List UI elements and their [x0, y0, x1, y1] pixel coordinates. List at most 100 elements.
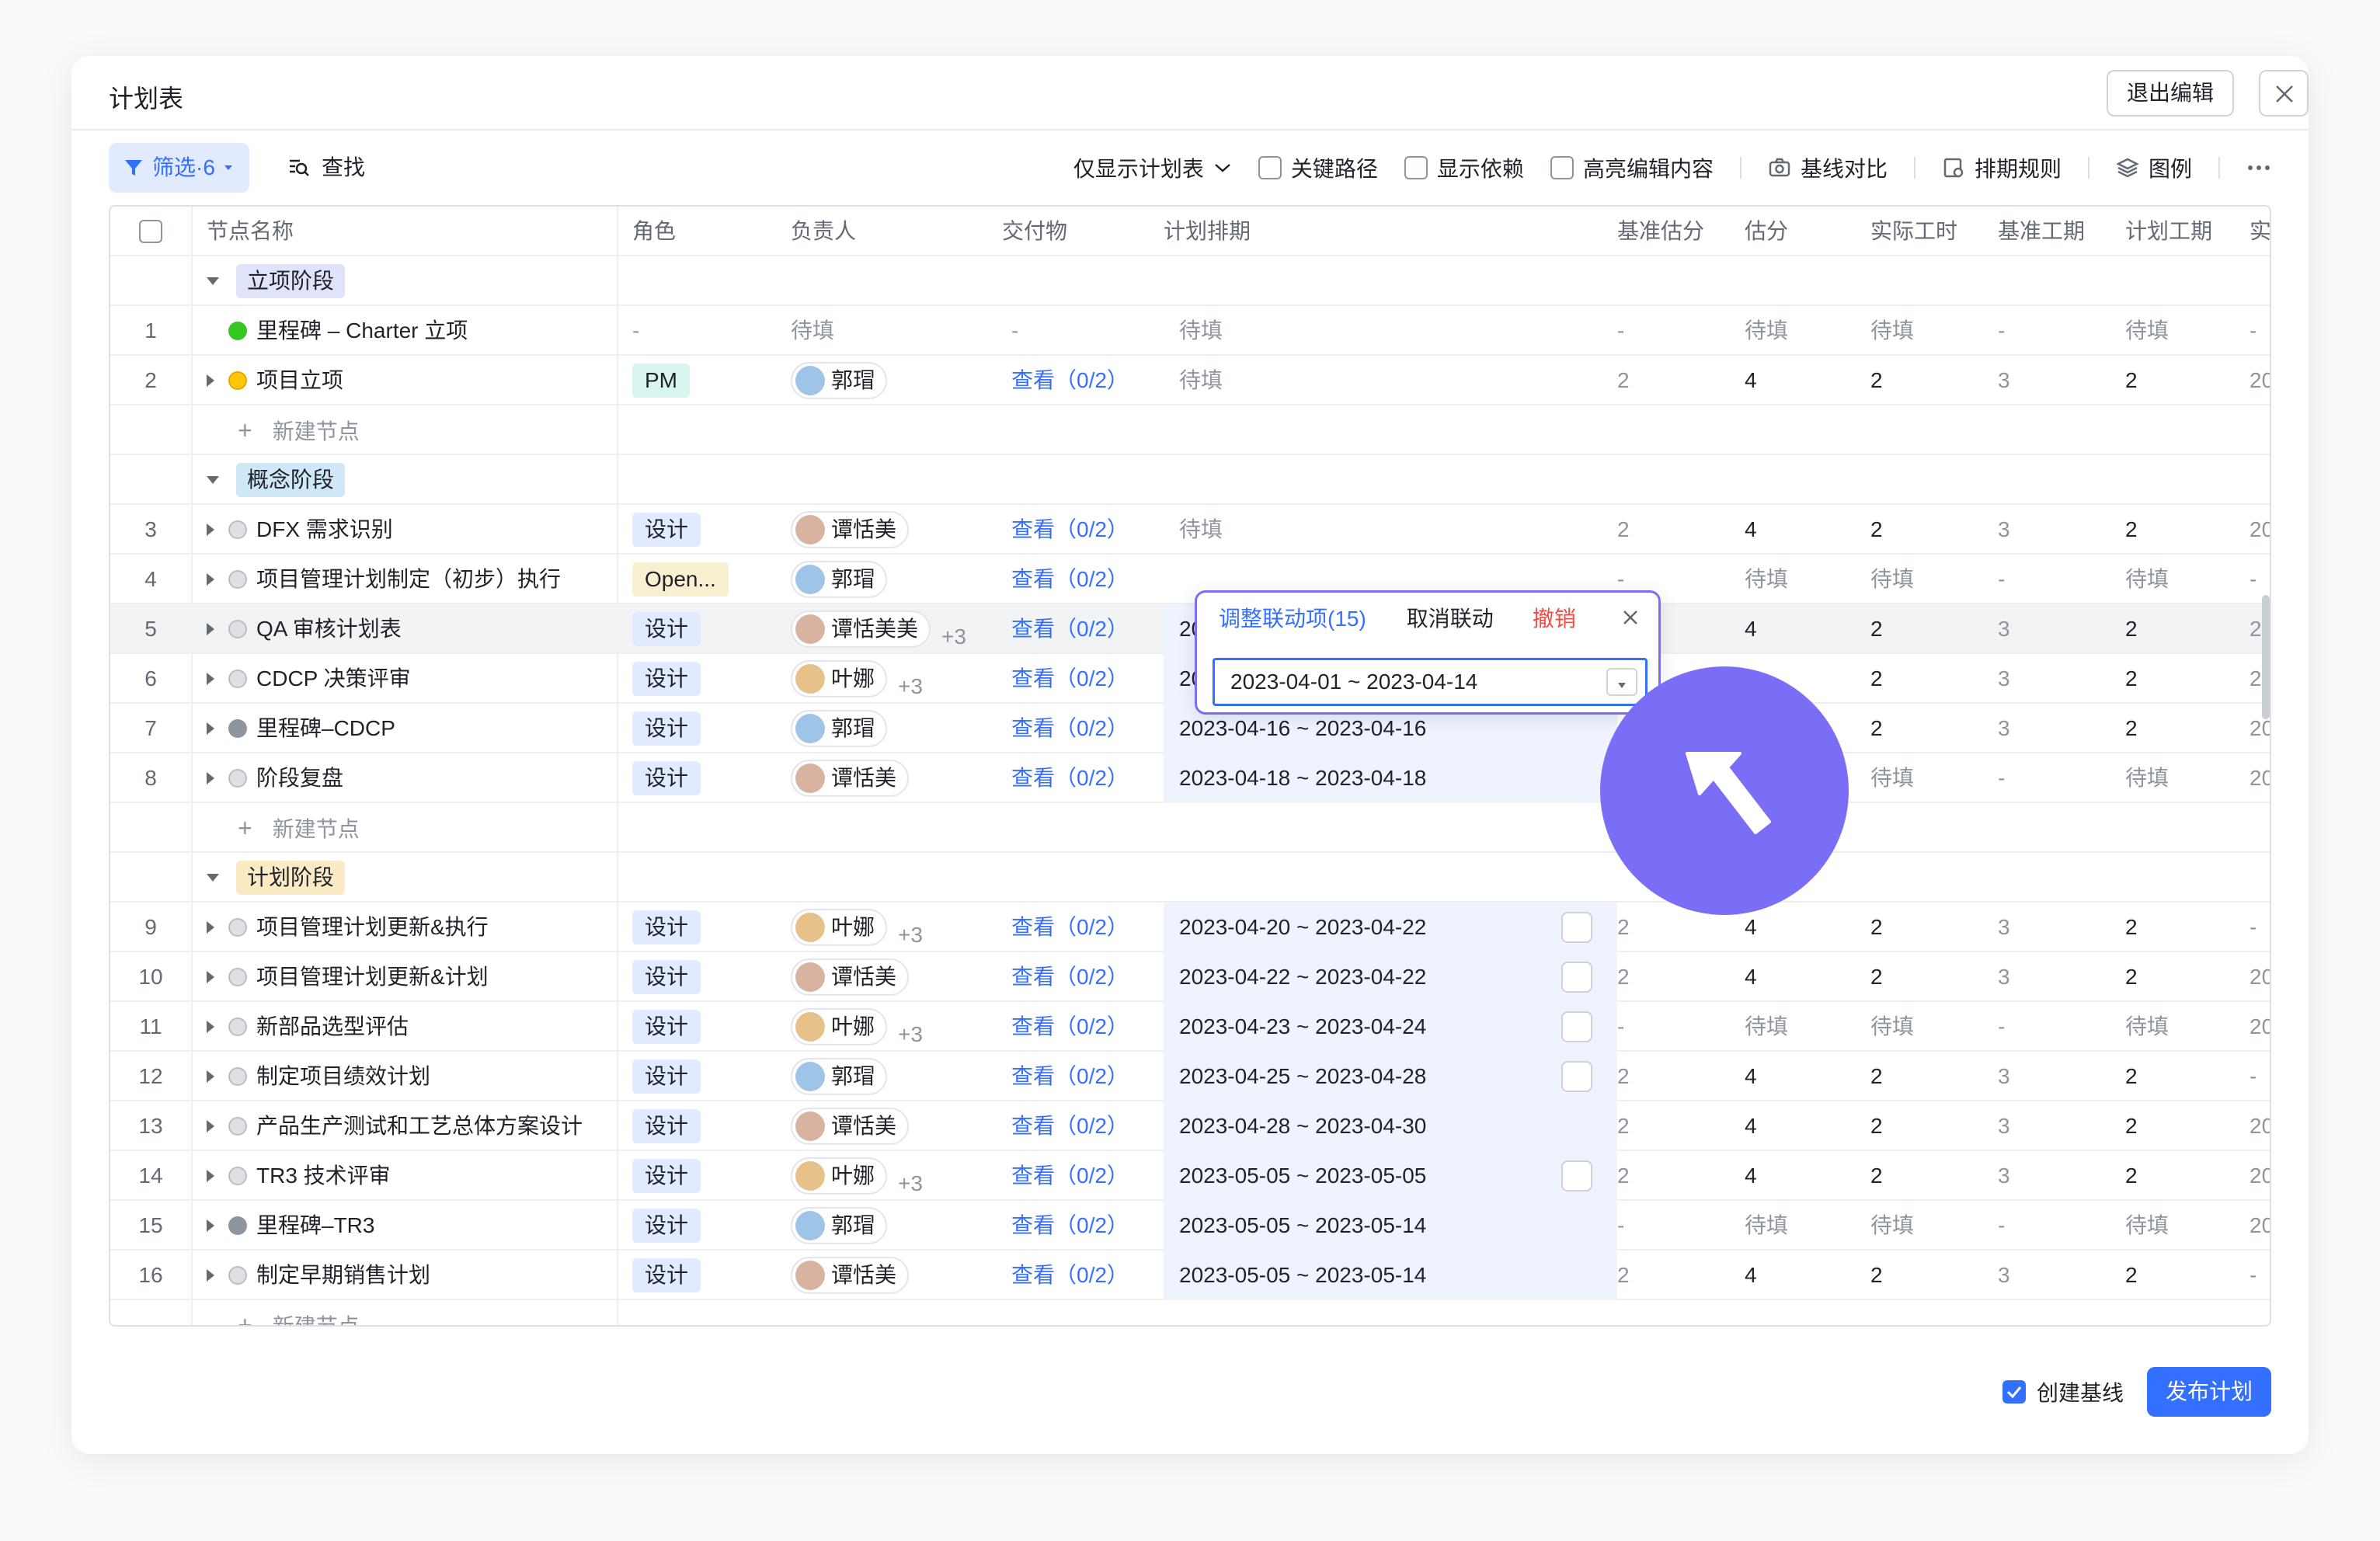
role-cell[interactable]: 设计	[632, 753, 783, 803]
node-name-cell[interactable]: 里程碑 – Charter 立项	[207, 306, 611, 356]
plan-schedule-cell[interactable]: 待填	[1164, 505, 1617, 555]
view-select[interactable]: 仅显示计划表	[1073, 152, 1232, 183]
owner-chip[interactable]: 叶娜	[791, 909, 888, 946]
expand-caret-icon[interactable]	[207, 1119, 214, 1132]
node-name-cell[interactable]: QA 审核计划表	[207, 604, 611, 654]
column-header[interactable]: 估分	[1745, 207, 1870, 256]
owner-cell[interactable]: 叶娜 +3	[791, 1002, 1002, 1052]
plan-date-input[interactable]: 2023-04-01 ~ 2023-04-14	[1213, 658, 1648, 706]
role-cell[interactable]: PM	[632, 356, 783, 405]
critical-path-toggle[interactable]: 关键路径	[1258, 152, 1378, 183]
copy-icon[interactable]	[1561, 962, 1592, 993]
role-cell[interactable]: -	[632, 306, 783, 356]
highlight-edits-checkbox[interactable]	[1550, 156, 1574, 179]
plan-schedule-cell[interactable]: 待填	[1164, 356, 1617, 405]
baseline-compare-button[interactable]: 基线对比	[1768, 152, 1888, 183]
owner-cell[interactable]: 郭瑁	[791, 555, 1002, 604]
expand-caret-icon[interactable]	[207, 970, 214, 983]
table-row[interactable]: 16 制定早期销售计划 设计 谭恬美 查看（0/2） 2023-05-05 ~ 2023-…	[110, 1251, 2270, 1300]
deliverable-link[interactable]: 查看（0/2）	[1011, 555, 1164, 604]
node-name-cell[interactable]: 里程碑–CDCP	[207, 704, 611, 753]
owner-chip[interactable]: 叶娜	[791, 1157, 888, 1195]
new-node-button[interactable]: + 新建节点	[238, 405, 548, 455]
filter-button[interactable]: 筛选·6	[109, 143, 249, 193]
close-icon[interactable]	[1621, 608, 1640, 627]
role-cell[interactable]: 设计	[632, 654, 783, 704]
role-cell[interactable]: 设计	[632, 952, 783, 1002]
table-row[interactable]: 14 TR3 技术评审 设计 叶娜 +3 查看（0/2） 2023-05-05 ~ 2023…	[110, 1151, 2270, 1201]
table-row[interactable]: 7 里程碑–CDCP 设计 郭瑁 查看（0/2） 2023-04-16 ~ 2023-04…	[110, 704, 2270, 753]
plan-schedule-cell[interactable]: 2023-04-23 ~ 2023-04-24	[1164, 1002, 1617, 1052]
copy-icon[interactable]	[1561, 1011, 1592, 1042]
owner-chip[interactable]: 谭恬美	[791, 760, 910, 797]
deliverable-link[interactable]: 查看（0/2）	[1011, 1052, 1164, 1101]
node-name-cell[interactable]: 产品生产测试和工艺总体方案设计	[207, 1101, 611, 1151]
new-node-row[interactable]: + 新建节点	[110, 1300, 2270, 1325]
deliverable-link[interactable]: 查看（0/2）	[1011, 505, 1164, 555]
plan-schedule-cell[interactable]: 2023-05-05 ~ 2023-05-14	[1164, 1201, 1617, 1251]
phase-row[interactable]: 概念阶段	[110, 455, 2270, 505]
role-cell[interactable]: 设计	[632, 1251, 783, 1300]
owner-cell[interactable]: 谭恬美	[791, 505, 1002, 555]
copy-icon[interactable]	[1561, 912, 1592, 943]
role-cell[interactable]: 设计	[632, 604, 783, 654]
copy-icon[interactable]	[1561, 1160, 1592, 1191]
plan-schedule-cell[interactable]: 2023-04-25 ~ 2023-04-28	[1164, 1052, 1617, 1101]
owner-chip[interactable]: 谭恬美	[791, 1257, 910, 1294]
node-name-cell[interactable]: 阶段复盘	[207, 753, 611, 803]
expand-caret-icon[interactable]	[207, 622, 214, 635]
deliverable-link[interactable]: 查看（0/2）	[1011, 654, 1164, 704]
table-row[interactable]: 6CDCP 决策评审设计叶娜+3查看（0/2）2023-04-14 ~ 2023…	[110, 654, 2270, 704]
table-row[interactable]: 5QA 审核计划表设计谭恬美美+3查看（0/2）2023-04-01 ~ 202…	[110, 604, 2270, 654]
role-cell[interactable]: 设计	[632, 903, 783, 952]
owner-cell[interactable]: 叶娜 +3	[791, 903, 1002, 952]
role-cell[interactable]: 设计	[632, 1002, 783, 1052]
table-row[interactable]: 1 里程碑 – Charter 立项 - 待填 - 待填 - 待填 待填 - 待填 -	[110, 306, 2270, 356]
owner-cell[interactable]: 郭瑁	[791, 356, 1002, 405]
show-deps-checkbox[interactable]	[1404, 156, 1428, 179]
node-name-cell[interactable]: 制定早期销售计划	[207, 1251, 611, 1300]
collapse-caret-icon[interactable]	[207, 475, 219, 484]
expand-caret-icon[interactable]	[207, 1268, 214, 1282]
deliverable-link[interactable]: 查看（0/2）	[1011, 1151, 1164, 1201]
column-header[interactable]: 计划工期	[2125, 207, 2250, 256]
phase-row[interactable]: 立项阶段	[110, 256, 2270, 306]
deliverable-link[interactable]: 查看（0/2）	[1011, 1002, 1164, 1052]
expand-caret-icon[interactable]	[207, 1020, 214, 1033]
owner-chip[interactable]: 叶娜	[791, 660, 888, 697]
expand-caret-icon[interactable]	[207, 523, 214, 536]
node-name-cell[interactable]: 新部品选型评估	[207, 1002, 611, 1052]
table-row[interactable]: 15 里程碑–TR3 设计 郭瑁 查看（0/2） 2023-05-05 ~ 2023-05…	[110, 1201, 2270, 1251]
node-name-cell[interactable]: 制定项目绩效计划	[207, 1052, 611, 1101]
owner-chip[interactable]: 郭瑁	[791, 1058, 888, 1095]
role-cell[interactable]: 设计	[632, 1201, 783, 1251]
node-name-cell[interactable]: 项目管理计划制定（初步）执行	[207, 555, 611, 604]
node-name-cell[interactable]: CDCP 决策评审	[207, 654, 611, 704]
collapse-caret-icon[interactable]	[207, 277, 219, 285]
owner-chip[interactable]: 叶娜	[791, 1008, 888, 1045]
expand-caret-icon[interactable]	[207, 1169, 214, 1182]
plan-schedule-cell[interactable]: 2023-04-20 ~ 2023-04-22	[1164, 903, 1617, 952]
more-button[interactable]	[2246, 164, 2271, 172]
find-button[interactable]: 查找	[287, 143, 365, 193]
role-cell[interactable]: 设计	[632, 1151, 783, 1201]
owner-cell[interactable]: 谭恬美	[791, 1101, 1002, 1151]
phase-row[interactable]: 计划阶段	[110, 853, 2270, 903]
expand-caret-icon[interactable]	[207, 1070, 214, 1083]
deliverable-link[interactable]: 查看（0/2）	[1011, 1251, 1164, 1300]
highlight-edits-toggle[interactable]: 高亮编辑内容	[1550, 152, 1714, 183]
node-name-cell[interactable]: 项目立项	[207, 356, 611, 405]
expand-caret-icon[interactable]	[207, 374, 214, 387]
legend-button[interactable]: 图例	[2116, 152, 2192, 183]
owner-cell[interactable]: 谭恬美	[791, 753, 1002, 803]
node-name-cell[interactable]: DFX 需求识别	[207, 505, 611, 555]
owner-cell[interactable]: 谭恬美美 +3	[791, 604, 1002, 654]
column-header[interactable]: 计划排期	[1164, 207, 1617, 256]
role-cell[interactable]: 设计	[632, 1052, 783, 1101]
owner-chip[interactable]: 谭恬美美	[791, 610, 931, 648]
plan-schedule-cell[interactable]: 待填	[1164, 306, 1617, 356]
owner-chip[interactable]: 郭瑁	[791, 710, 888, 747]
owner-chip[interactable]: 谭恬美	[791, 958, 910, 996]
deliverable-link[interactable]: 查看（0/2）	[1011, 356, 1164, 405]
new-node-row[interactable]: + 新建节点	[110, 803, 2270, 853]
